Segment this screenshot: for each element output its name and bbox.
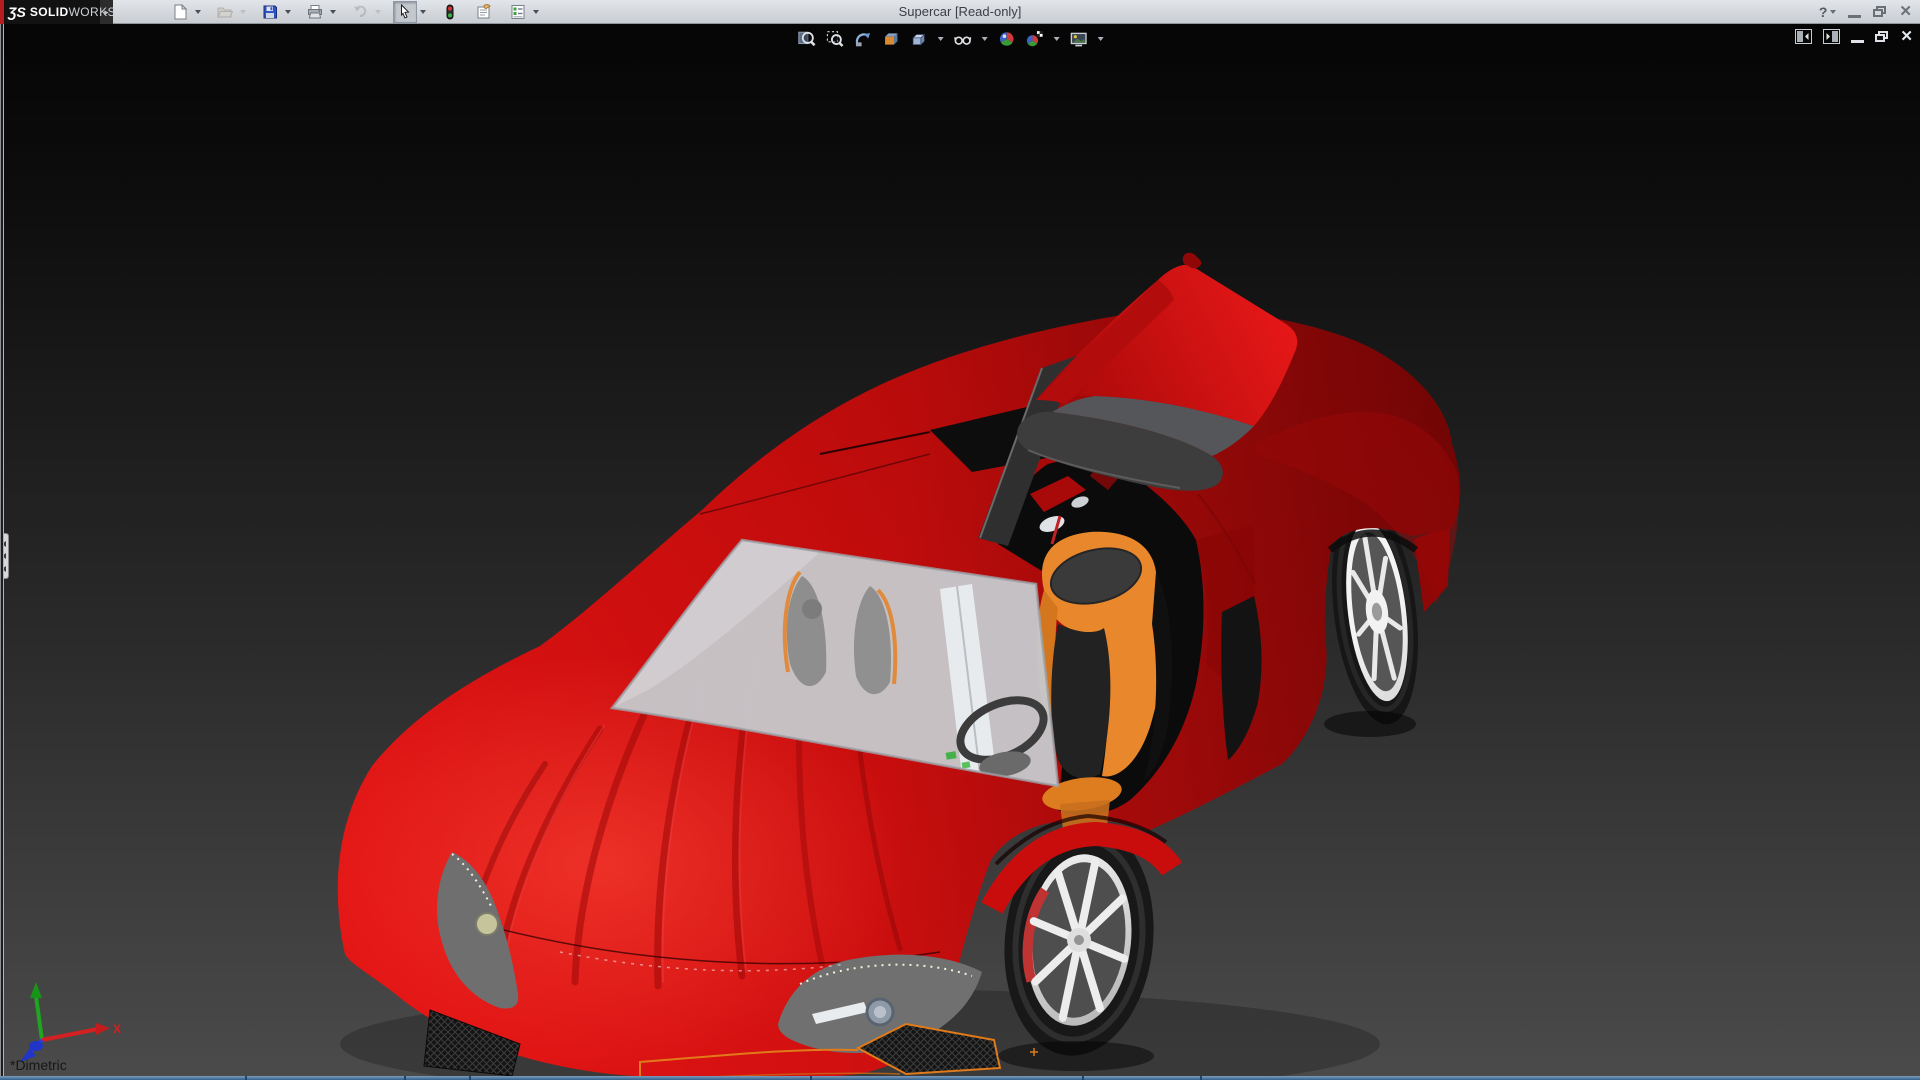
viewport-left-border <box>0 24 4 1080</box>
open-folder-icon <box>217 7 233 17</box>
apply-scene-icon <box>1026 31 1043 47</box>
options-button[interactable] <box>506 1 530 23</box>
zoom-to-area-icon <box>826 31 844 47</box>
save-button[interactable] <box>258 1 282 23</box>
app-close-button[interactable]: ✕ <box>1899 1 1912 23</box>
section-view-icon <box>885 33 898 45</box>
zoom-to-fit-icon <box>798 31 816 47</box>
printer-icon <box>308 4 322 18</box>
help-button[interactable]: ? <box>1819 4 1837 20</box>
orientation-triad: X <box>20 982 121 1062</box>
rebuild-button[interactable] <box>438 1 462 23</box>
view-orientation-dropdown[interactable] <box>936 29 946 49</box>
apply-scene-button[interactable] <box>1024 29 1046 49</box>
undo-dropdown[interactable] <box>372 1 383 23</box>
edit-appearance-button[interactable] <box>996 29 1018 49</box>
car-model[interactable] <box>290 252 1470 1080</box>
hide-show-items-button[interactable] <box>952 29 974 49</box>
triad-x-label: X <box>113 1022 121 1036</box>
undo-button[interactable] <box>348 1 372 23</box>
statusbar-top-edge <box>0 1076 1920 1080</box>
section-view-button[interactable] <box>880 29 902 49</box>
graphics-viewport[interactable]: ✕ X *Dimetric <box>0 24 1920 1080</box>
solidworks-logo-bold: SOLID <box>29 4 69 19</box>
titlebar: ƷS SOLID WORKS ▸ Supercar [Read-only] ? … <box>0 0 1920 24</box>
new-document-icon <box>174 3 188 19</box>
open-button[interactable] <box>213 1 237 23</box>
print-button[interactable] <box>303 1 327 23</box>
app-window-controls: ? ✕ <box>1819 0 1912 24</box>
options-checklist-icon <box>511 4 525 19</box>
view-settings-dropdown[interactable] <box>1096 29 1106 49</box>
eyeglasses-icon <box>954 36 972 45</box>
view-settings-button[interactable] <box>1068 29 1090 49</box>
save-floppy-icon <box>263 5 277 18</box>
app-minimize-button[interactable] <box>1848 14 1862 18</box>
doc-close-button[interactable]: ✕ <box>1900 29 1913 44</box>
document-window-controls: ✕ <box>1795 29 1913 44</box>
previous-view-icon <box>855 32 871 47</box>
headsup-view-toolbar <box>796 29 1106 49</box>
new-button[interactable] <box>168 1 192 23</box>
select-cursor-icon <box>401 3 410 19</box>
hide-show-items-dropdown[interactable] <box>980 29 990 49</box>
appearance-ball-icon <box>999 32 1014 46</box>
rebuild-trafficlight-icon <box>446 4 454 19</box>
select-button[interactable] <box>393 0 417 23</box>
main-toolbar <box>168 0 551 24</box>
print-dropdown[interactable] <box>327 1 338 23</box>
undo-arrow-icon <box>354 5 367 17</box>
doc-restore-button[interactable] <box>1875 30 1889 43</box>
apply-scene-dropdown[interactable] <box>1052 29 1062 49</box>
file-properties-icon <box>477 3 491 18</box>
solidworks-logo-glyph: ƷS <box>8 3 26 20</box>
save-dropdown[interactable] <box>282 1 293 23</box>
pane-collapse-left-button[interactable] <box>1795 29 1813 44</box>
zoom-to-area-button[interactable] <box>824 29 846 49</box>
help-icon: ? <box>1818 4 1828 20</box>
view-orientation-cube-icon <box>912 33 926 46</box>
pane-collapse-right-button[interactable] <box>1823 29 1841 44</box>
file-properties-button[interactable] <box>472 1 496 23</box>
select-dropdown[interactable] <box>417 1 428 23</box>
zoom-to-fit-button[interactable] <box>796 29 818 49</box>
previous-view-button[interactable] <box>852 29 874 49</box>
new-dropdown[interactable] <box>192 1 203 23</box>
options-dropdown[interactable] <box>530 1 541 23</box>
help-dropdown-caret <box>1830 10 1837 14</box>
view-orientation-status: *Dimetric <box>10 1057 67 1073</box>
view-orientation-button[interactable] <box>908 29 930 49</box>
open-dropdown[interactable] <box>237 1 248 23</box>
doc-minimize-button[interactable] <box>1851 39 1865 43</box>
app-restore-button[interactable] <box>1873 6 1887 18</box>
view-settings-icon <box>1070 32 1087 47</box>
3d-scene[interactable] <box>0 24 1920 1080</box>
solidworks-logo-light: WORKS <box>68 4 116 19</box>
solidworks-logo: ƷS SOLID WORKS <box>0 0 116 24</box>
